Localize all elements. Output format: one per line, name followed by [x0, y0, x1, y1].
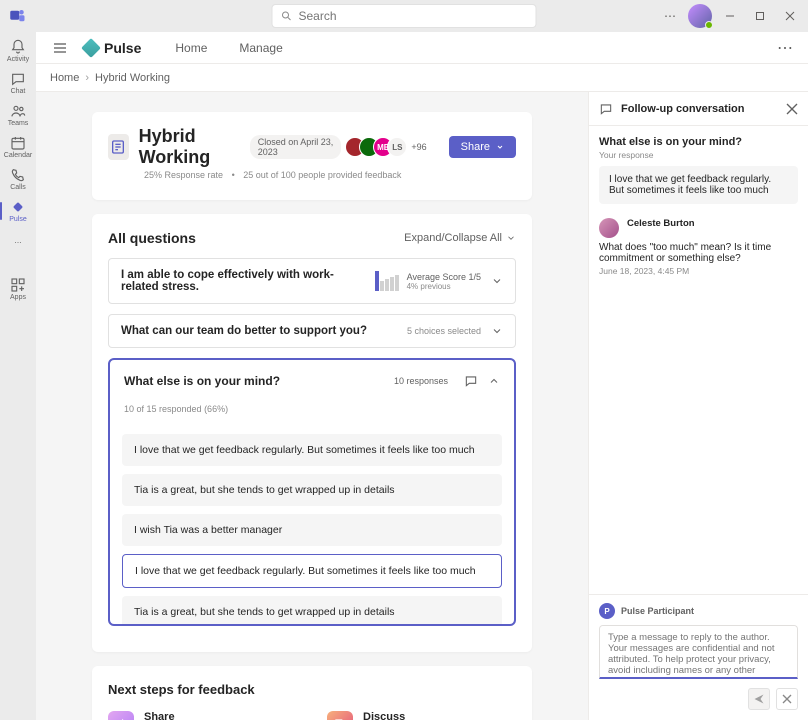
- quoted-response: I love that we get feedback regularly. B…: [599, 166, 798, 204]
- questions-title: All questions: [108, 230, 196, 246]
- response-count: 25 out of 100 people provided feedback: [243, 170, 401, 180]
- more-button[interactable]: ⋯: [658, 4, 682, 28]
- next-steps-title: Next steps for feedback: [108, 682, 516, 697]
- page-title: Hybrid Working: [139, 126, 242, 168]
- panel-title: Follow-up conversation: [621, 103, 778, 115]
- questions-section: All questions Expand/Collapse All I am a…: [92, 214, 532, 652]
- participant-icon: P: [599, 603, 615, 619]
- score-bars: Average Score 1/5 4% previous: [375, 271, 481, 291]
- response-item[interactable]: I wish Tia was a better manager: [122, 514, 502, 546]
- chevron-up-icon[interactable]: [488, 375, 500, 387]
- phone-icon: [10, 167, 26, 183]
- people-icon: [10, 103, 26, 119]
- app-rail: Activity Chat Teams Calendar Calls Pulse…: [0, 32, 36, 720]
- rail-activity[interactable]: Activity: [0, 36, 36, 66]
- status-badge: Closed on April 23, 2023: [250, 135, 342, 159]
- calendar-icon: [10, 135, 26, 151]
- more-icon: ⋯: [10, 235, 26, 251]
- panel-question: What else is on your mind?: [599, 136, 798, 148]
- response-item[interactable]: I love that we get feedback regularly. B…: [122, 434, 502, 466]
- chevron-right-icon: ›: [85, 72, 89, 84]
- profile-avatar[interactable]: [688, 4, 712, 28]
- minimize-button[interactable]: [718, 4, 742, 28]
- search-icon: [281, 10, 293, 22]
- titlebar: ⋯: [0, 0, 808, 32]
- topbar-more[interactable]: ⋯: [777, 38, 794, 58]
- rail-pulse[interactable]: Pulse: [0, 196, 36, 226]
- response-item[interactable]: I love that we get feedback regularly. B…: [122, 554, 502, 588]
- conversation-icon: [599, 102, 613, 116]
- rail-teams[interactable]: Teams: [0, 100, 36, 130]
- chevron-down-icon: [491, 275, 503, 287]
- apps-icon: [10, 277, 26, 293]
- survey-header: Hybrid Working Closed on April 23, 2023 …: [92, 112, 532, 200]
- topbar: Pulse Home Manage ⋯: [36, 32, 808, 64]
- global-search[interactable]: [272, 4, 537, 28]
- comment-icon[interactable]: [464, 374, 478, 388]
- author-name: Celeste Burton: [627, 218, 695, 238]
- teams-logo-icon: [8, 7, 26, 25]
- close-button[interactable]: [778, 4, 802, 28]
- message-time: June 18, 2023, 4:45 PM: [599, 266, 798, 276]
- global-search-input[interactable]: [299, 9, 528, 23]
- bell-icon: [10, 39, 26, 55]
- pulse-icon: [10, 199, 26, 215]
- response-rate: 25% Response rate: [144, 170, 223, 180]
- tab-manage[interactable]: Manage: [229, 37, 292, 59]
- breadcrumb-home[interactable]: Home: [50, 72, 79, 84]
- response-item[interactable]: Tia is a great, but she tends to get wra…: [122, 596, 502, 624]
- app-name: Pulse: [104, 40, 141, 56]
- avatar: LS: [387, 137, 407, 157]
- chevron-down-icon: [506, 233, 516, 243]
- expand-collapse-all[interactable]: Expand/Collapse All: [404, 232, 516, 244]
- share-button[interactable]: Share: [449, 136, 516, 158]
- chat-icon: [10, 71, 26, 87]
- breadcrumb-current: Hybrid Working: [95, 72, 170, 84]
- response-item[interactable]: Tia is a great, but she tends to get wra…: [122, 474, 502, 506]
- rail-chat[interactable]: Chat: [0, 68, 36, 98]
- survey-icon: [108, 134, 129, 160]
- maximize-button[interactable]: [748, 4, 772, 28]
- reply-input[interactable]: [599, 625, 798, 679]
- followup-panel: Follow-up conversation What else is on y…: [588, 92, 808, 720]
- breadcrumb: Home › Hybrid Working: [36, 64, 808, 92]
- question-row[interactable]: What can our team do better to support y…: [108, 314, 516, 348]
- chevron-down-icon: [491, 325, 503, 337]
- question-panel-expanded: What else is on your mind? 10 responses …: [108, 358, 516, 626]
- dismiss-button[interactable]: [776, 688, 798, 710]
- close-panel-button[interactable]: [786, 103, 798, 115]
- responses-list: I love that we get feedback regularly. B…: [110, 424, 514, 624]
- tab-home[interactable]: Home: [165, 37, 217, 59]
- responded-count: 10 of 15 responded (66%): [110, 398, 514, 424]
- share-icon: [108, 711, 134, 720]
- next-steps-section: Next steps for feedback Share Share your…: [92, 666, 532, 720]
- question-title: What else is on your mind?: [124, 374, 280, 388]
- rail-calls[interactable]: Calls: [0, 164, 36, 194]
- pulse-logo-icon: [81, 38, 101, 58]
- app-logo: Pulse: [84, 40, 141, 56]
- facepile[interactable]: MB LS +96: [351, 137, 426, 157]
- hamburger-button[interactable]: [50, 38, 70, 58]
- participant-label: Pulse Participant: [621, 606, 694, 616]
- rail-apps[interactable]: Apps: [0, 274, 36, 304]
- author-avatar: [599, 218, 619, 238]
- rail-calendar[interactable]: Calendar: [0, 132, 36, 162]
- facepile-more: +96: [411, 142, 426, 152]
- message-text: What does "too much" mean? Is it time co…: [599, 242, 798, 264]
- question-row[interactable]: I am able to cope effectively with work-…: [108, 258, 516, 304]
- your-response-label: Your response: [599, 150, 798, 160]
- rail-more[interactable]: ⋯: [0, 228, 36, 258]
- chevron-down-icon: [496, 143, 504, 151]
- send-button[interactable]: [748, 688, 770, 710]
- discuss-icon: [327, 711, 353, 720]
